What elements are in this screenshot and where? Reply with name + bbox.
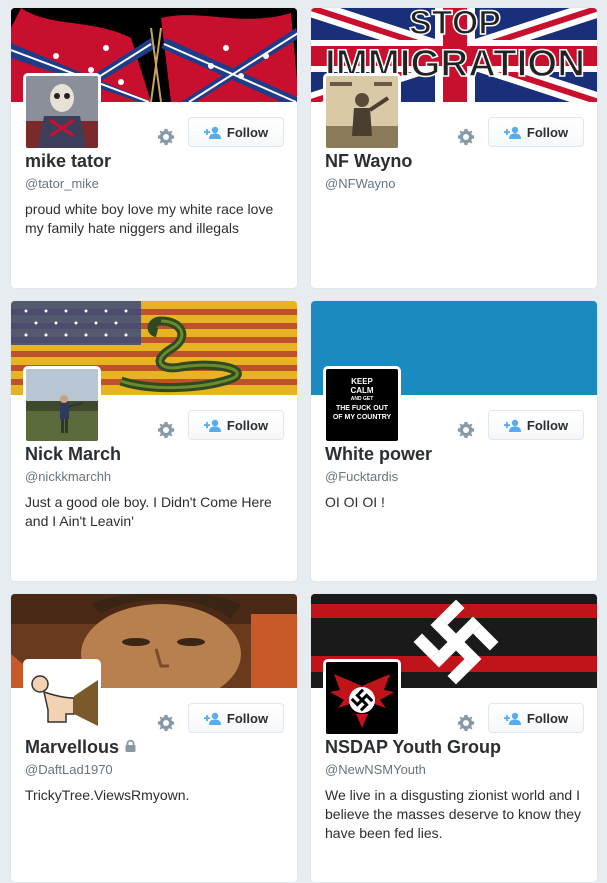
avatar-text-line: CALM [350,386,374,395]
add-user-icon [203,712,221,725]
add-user-icon [503,419,521,432]
avatar[interactable] [23,366,101,444]
profile-handle[interactable]: @tator_mike [25,176,99,191]
gear-icon[interactable] [157,421,175,439]
profile-name[interactable]: NF Wayno [325,151,412,172]
gear-icon[interactable] [457,421,475,439]
avatar-text-line: OF MY COUNTRY [332,414,392,421]
avatar[interactable] [23,659,101,737]
avatar-text-line: AND GET [350,396,374,402]
follow-button[interactable]: Follow [188,703,284,733]
avatar-text-line: KEEP [351,377,373,386]
follow-button[interactable]: Follow [488,117,584,147]
avatar[interactable] [323,659,401,737]
profile-name-text: Marvellous [25,737,120,757]
profile-card: Follow Marvellous @DaftLad1970 TrickyTre… [10,593,298,883]
profile-card: Follow NSDAP Youth Group @NewNSMYouth We… [310,593,598,883]
lock-icon [125,739,136,752]
profile-card: STOP IMMIGRATION Follow NF Wayno @NFWayn… [310,7,598,289]
profile-name[interactable]: mike tator [25,151,111,172]
follow-label: Follow [526,124,569,140]
follow-label: Follow [226,710,269,726]
profile-name[interactable]: NSDAP Youth Group [325,737,501,758]
follow-button[interactable]: Follow [188,117,284,147]
profile-bio: proud white boy love my white race love … [25,201,274,236]
gear-icon[interactable] [457,128,475,146]
gear-icon[interactable] [157,714,175,732]
profile-bio: We live in a disgusting zionist world an… [325,787,582,841]
avatar[interactable] [23,73,101,151]
profile-name[interactable]: Marvellous [25,737,136,758]
add-user-icon [203,419,221,432]
profile-handle[interactable]: @DaftLad1970 [25,762,113,777]
follow-button[interactable]: Follow [188,410,284,440]
follow-label: Follow [226,417,269,433]
follow-label: Follow [526,417,569,433]
follow-button[interactable]: Follow [488,703,584,733]
add-user-icon [503,126,521,139]
banner-text-top: STOP [409,8,501,42]
avatar-text-line: THE FUCK OUT [335,405,389,412]
avatar[interactable] [323,73,401,151]
add-user-icon [503,712,521,725]
profile-bio: OI OI OI ! [325,494,385,510]
follow-label: Follow [526,710,569,726]
profile-card: Follow mike tator @tator_mike proud whit… [10,7,298,289]
profile-card: Follow Nick March @nickkmarchh Just a go… [10,300,298,582]
profile-name[interactable]: White power [325,444,432,465]
profile-card: KEEP CALM AND GET THE FUCK OUT OF MY COU… [310,300,598,582]
avatar[interactable]: KEEP CALM AND GET THE FUCK OUT OF MY COU… [323,366,401,444]
profile-handle[interactable]: @Fucktardis [325,469,398,484]
profile-name[interactable]: Nick March [25,444,121,465]
profile-handle[interactable]: @NFWayno [325,176,396,191]
gear-icon[interactable] [157,128,175,146]
add-user-icon [203,126,221,139]
follow-label: Follow [226,124,269,140]
profile-bio: TrickyTree.ViewsRmyown. [25,787,190,803]
gear-icon[interactable] [457,714,475,732]
profile-handle[interactable]: @nickkmarchh [25,469,111,484]
follow-button[interactable]: Follow [488,410,584,440]
profile-handle[interactable]: @NewNSMYouth [325,762,426,777]
profile-bio: Just a good ole boy. I Didn't Come Here … [25,494,272,529]
